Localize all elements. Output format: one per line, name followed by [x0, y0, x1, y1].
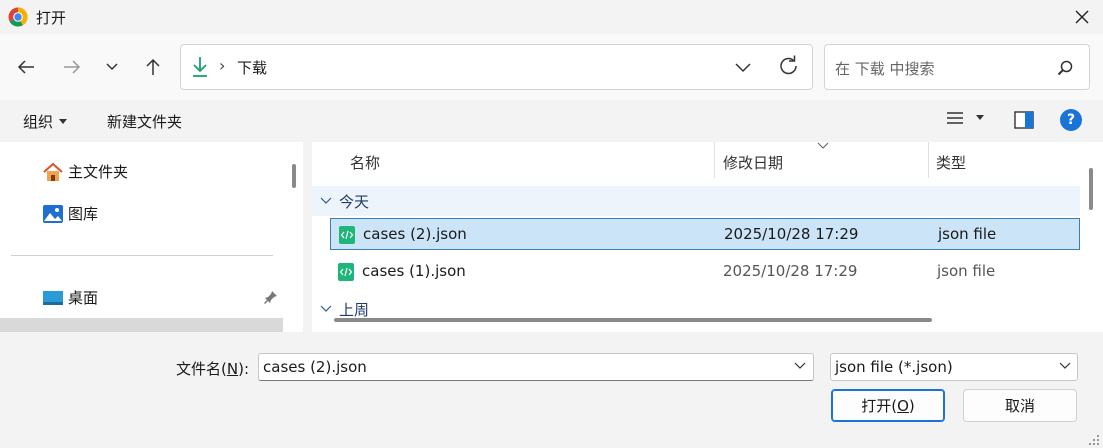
open-button[interactable]: 打开(O)	[831, 389, 945, 422]
column-divider[interactable]	[928, 142, 929, 178]
search-box[interactable]: 在 下载 中搜索	[824, 44, 1090, 90]
nav-item-gallery[interactable]: 图库	[42, 203, 98, 224]
sort-chevron-icon	[817, 142, 829, 149]
file-type-value: json file (*.json)	[835, 358, 953, 376]
back-button[interactable]	[11, 52, 41, 82]
column-header-row: 名称 修改日期 类型	[312, 142, 1080, 180]
close-button[interactable]	[1062, 0, 1102, 34]
view-options-menu[interactable]	[946, 110, 984, 126]
file-type: json file	[937, 262, 996, 280]
search-icon[interactable]	[1057, 60, 1073, 76]
chevron-down-icon	[320, 197, 332, 204]
caret-down-icon	[59, 118, 68, 124]
list-view-icon	[947, 112, 963, 124]
resize-grip-icon[interactable]	[1088, 434, 1100, 446]
chevron-down-icon	[320, 305, 332, 312]
file-type-select[interactable]: json file (*.json)	[830, 353, 1078, 381]
json-file-icon	[339, 226, 355, 244]
arrow-up-icon	[146, 58, 160, 75]
group-label: 上周	[339, 301, 370, 319]
chevron-down-icon	[1059, 362, 1071, 369]
forward-button[interactable]	[57, 52, 87, 82]
title-bar: 打开	[0, 0, 1103, 34]
group-label: 今天	[339, 193, 370, 211]
filename-input[interactable]	[258, 353, 814, 381]
chevron-down-icon	[106, 63, 118, 71]
file-modified: 2025/10/28 17:29	[723, 262, 858, 280]
address-bar[interactable]: › 下载	[180, 44, 813, 90]
column-header-name[interactable]: 名称	[350, 152, 380, 173]
json-file-icon	[338, 263, 354, 281]
download-icon	[193, 57, 207, 77]
gallery-icon	[43, 204, 63, 223]
up-button[interactable]	[138, 52, 168, 82]
vertical-scrollbar-track	[1080, 142, 1103, 332]
address-history-icon[interactable]	[733, 55, 753, 79]
nav-divider	[11, 255, 273, 256]
file-name: cases (1).json	[362, 262, 466, 280]
file-name: cases (2).json	[363, 225, 467, 243]
pin-icon[interactable]	[264, 290, 278, 304]
chrome-icon	[8, 7, 28, 27]
nav-item-selected-highlight	[0, 318, 283, 332]
bottom-panel: 文件名(N): json file (*.json) 打开(O) 取消	[0, 332, 1103, 448]
close-icon	[1075, 10, 1089, 24]
filename-label: 文件名(N):	[176, 360, 249, 378]
breadcrumb-location[interactable]: 下载	[237, 57, 267, 78]
nav-item-label: 主文件夹	[68, 163, 129, 181]
file-modified: 2025/10/28 17:29	[724, 225, 859, 243]
breadcrumb-separator: ›	[219, 56, 226, 75]
desktop-icon	[43, 290, 63, 305]
organize-label: 组织	[23, 113, 54, 131]
arrow-right-icon	[64, 60, 81, 74]
window-title: 打开	[36, 9, 67, 27]
navigation-pane: 主文件夹 图库 桌面	[0, 142, 303, 332]
file-type: json file	[938, 225, 997, 243]
help-button[interactable]: ?	[1060, 109, 1082, 131]
nav-item-label: 桌面	[68, 289, 99, 307]
refresh-icon[interactable]	[777, 53, 801, 79]
column-header-type[interactable]: 类型	[936, 152, 966, 173]
caret-down-icon	[976, 115, 984, 120]
nav-item-label: 图库	[68, 205, 99, 223]
command-bar: 组织 新建文件夹 ?	[0, 100, 1103, 142]
nav-pane-scrollbar[interactable]	[292, 164, 296, 188]
nav-item-home[interactable]: 主文件夹	[42, 161, 128, 182]
cancel-button[interactable]: 取消	[963, 389, 1077, 422]
recent-locations-button[interactable]	[97, 52, 127, 82]
arrow-left-icon	[17, 60, 34, 74]
organize-menu[interactable]: 组织	[23, 111, 68, 132]
horizontal-scrollbar[interactable]	[334, 318, 932, 322]
file-row[interactable]: cases (1).json 2025/10/28 17:29 json fil…	[330, 256, 1080, 288]
column-divider[interactable]	[714, 142, 715, 178]
nav-item-desktop[interactable]: 桌面	[42, 287, 282, 308]
file-row[interactable]: cases (2).json 2025/10/28 17:29 json fil…	[330, 218, 1080, 250]
vertical-scrollbar[interactable]	[1089, 168, 1093, 210]
home-icon	[43, 162, 63, 181]
search-placeholder: 在 下载 中搜索	[835, 60, 935, 78]
chevron-down-icon[interactable]	[794, 361, 806, 371]
column-header-date-modified[interactable]: 修改日期	[723, 152, 783, 173]
file-list: 名称 修改日期 类型 今天 cases (2).json 2025/10/28 …	[312, 142, 1080, 332]
preview-pane-icon[interactable]	[1014, 111, 1034, 129]
group-header-today[interactable]: 今天	[312, 186, 1080, 216]
new-folder-button[interactable]: 新建文件夹	[107, 111, 182, 132]
